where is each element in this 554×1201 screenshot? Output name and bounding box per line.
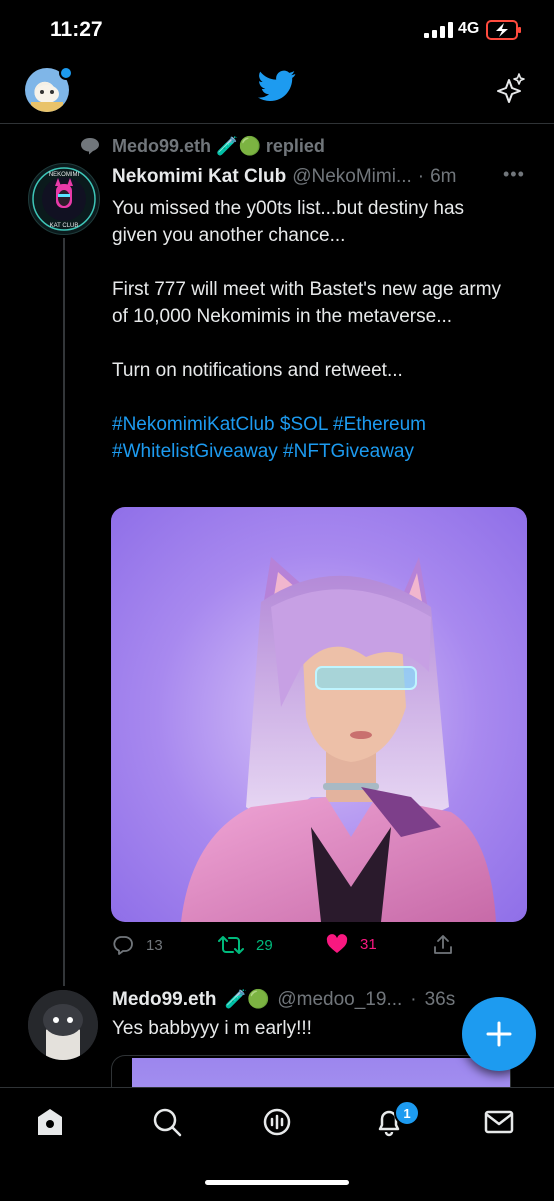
notifications-badge: 1 bbox=[394, 1100, 420, 1126]
tweet-header: Nekomimi Kat Club @NekoMimi... · 6m bbox=[112, 166, 457, 188]
reply-emojis: 🧪🟢 bbox=[224, 989, 270, 1009]
heart-icon bbox=[326, 934, 348, 953]
reply-author-avatar[interactable] bbox=[28, 990, 98, 1060]
header-divider bbox=[0, 123, 554, 124]
reply-text: Yes babbyyy i m early!!! bbox=[112, 1018, 312, 1039]
battery-charging-icon bbox=[486, 20, 521, 40]
context-action: replied bbox=[265, 136, 325, 156]
twitter-bird-icon[interactable] bbox=[258, 70, 296, 102]
plus-icon bbox=[486, 1021, 512, 1047]
messages-icon[interactable] bbox=[482, 1105, 516, 1139]
reply-time-separator: · bbox=[410, 989, 417, 1010]
author-avatar[interactable]: NEKOMIMI KAT CLUB bbox=[28, 163, 100, 235]
hashtags-line-1[interactable]: #NekomimiKatClub $SOL #Ethereum bbox=[112, 411, 512, 438]
reply-time: 36s bbox=[424, 989, 456, 1010]
tweet-paragraph-1: You missed the y00ts list...but destiny … bbox=[112, 198, 465, 246]
author-name[interactable]: Nekomimi Kat Club bbox=[112, 166, 286, 188]
hashtags-line-2[interactable]: #WhitelistGiveaway #NFTGiveaway bbox=[112, 438, 512, 465]
like-action[interactable]: 31 bbox=[326, 934, 377, 954]
more-options-icon[interactable]: ••• bbox=[503, 164, 525, 185]
compose-tweet-button[interactable] bbox=[462, 997, 536, 1071]
cellular-signal-icon bbox=[424, 22, 453, 38]
social-context[interactable]: Medo99.eth 🧪🟢 replied bbox=[112, 136, 325, 157]
context-emojis: 🧪🟢 bbox=[216, 136, 261, 156]
reply-author-name[interactable]: Medo99.eth bbox=[112, 989, 217, 1011]
spaces-icon[interactable] bbox=[260, 1105, 294, 1139]
avatar-text-top: NEKOMIMI bbox=[49, 172, 80, 178]
reply-header: Medo99.eth 🧪🟢 @medoo_19... · 36s bbox=[112, 989, 455, 1011]
sparkle-icon[interactable] bbox=[494, 72, 526, 104]
tweet-paragraph-3: Turn on notifications and retweet... bbox=[112, 360, 403, 381]
reply-author-handle[interactable]: @medoo_19... bbox=[277, 989, 402, 1011]
time-separator: · bbox=[417, 166, 425, 187]
author-handle[interactable]: @NekoMimi... bbox=[292, 166, 412, 188]
status-time: 11:27 bbox=[50, 18, 103, 41]
like-count: 31 bbox=[360, 935, 377, 953]
speech-bubble-icon bbox=[81, 138, 99, 155]
nekomimi-character-illustration bbox=[181, 557, 496, 922]
share-icon bbox=[434, 935, 452, 954]
network-type: 4G bbox=[458, 20, 480, 37]
tweet-text: You missed the y00ts list...but destiny … bbox=[112, 195, 512, 465]
retweet-action[interactable]: 29 bbox=[218, 934, 273, 956]
context-user: Medo99.eth bbox=[112, 136, 212, 156]
neko-logo: NEKOMIMI KAT CLUB bbox=[32, 167, 96, 231]
new-content-dot bbox=[59, 66, 73, 80]
search-icon[interactable] bbox=[150, 1105, 184, 1139]
tweet-image[interactable] bbox=[111, 507, 527, 922]
avatar-text-bottom: KAT CLUB bbox=[50, 223, 79, 229]
share-action[interactable] bbox=[432, 934, 454, 956]
retweet-icon bbox=[218, 936, 244, 954]
home-icon[interactable] bbox=[33, 1105, 67, 1139]
tweet-time: 6m bbox=[430, 166, 457, 187]
reply-action[interactable]: 13 bbox=[112, 934, 163, 956]
home-indicator bbox=[205, 1180, 349, 1185]
reply-avatar-illustration bbox=[28, 990, 98, 1060]
retweet-count: 29 bbox=[256, 936, 273, 954]
reply-count: 13 bbox=[146, 936, 163, 954]
reply-icon bbox=[113, 936, 133, 955]
thread-line bbox=[63, 238, 65, 986]
tweet-paragraph-2: First 777 will meet with Bastet's new ag… bbox=[112, 279, 502, 327]
